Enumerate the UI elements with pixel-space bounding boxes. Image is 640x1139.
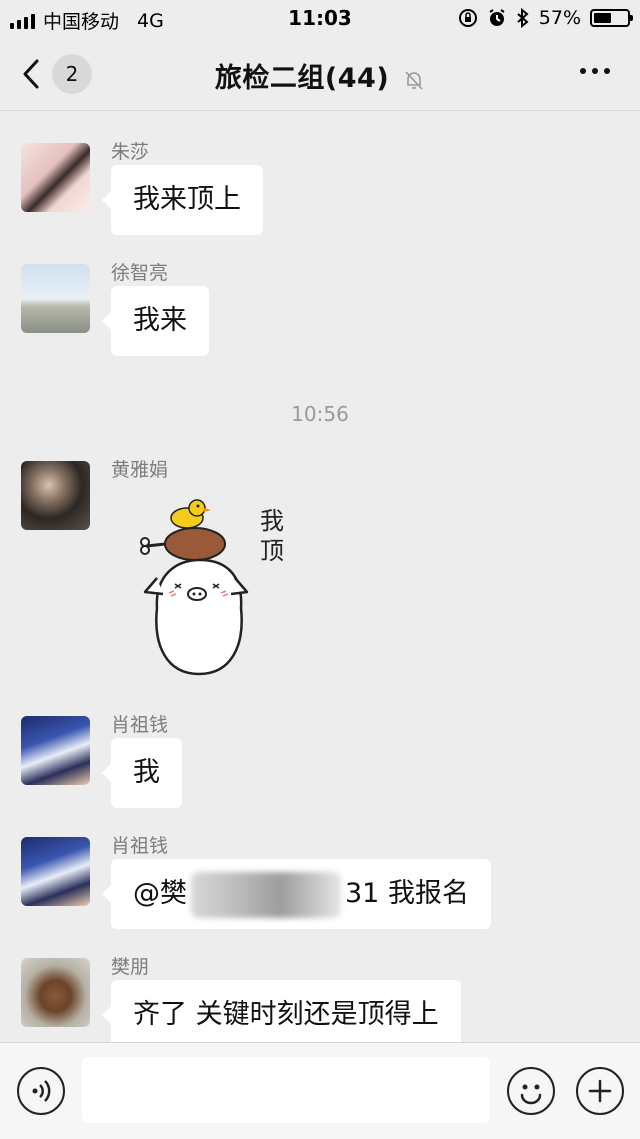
avatar[interactable] <box>21 837 90 906</box>
message-bubble[interactable]: 齐了 关键时刻还是顶得上 <box>102 980 461 1050</box>
message-bubble[interactable]: 我来 <box>102 286 209 356</box>
message-bubble[interactable]: 我 <box>102 738 182 808</box>
more-icon <box>580 68 586 74</box>
sticker-image[interactable]: 我顶 <box>135 496 325 681</box>
battery-percent: 57% <box>538 7 581 29</box>
status-bar: 中国移动 4G 11:03 57% <box>0 0 640 36</box>
sender-name: 樊朋 <box>111 956 150 978</box>
input-bar <box>0 1042 640 1139</box>
sender-name: 肖祖钱 <box>111 714 169 736</box>
mention-text: @樊 <box>133 878 187 909</box>
avatar[interactable] <box>21 461 90 530</box>
sender-name: 黄雅娟 <box>111 459 169 481</box>
message-text: 31 我报名 <box>345 878 469 909</box>
sender-name: 肖祖钱 <box>111 835 169 857</box>
add-button[interactable] <box>576 1067 624 1115</box>
avatar[interactable] <box>21 143 90 212</box>
time-divider: 10:56 <box>291 402 349 426</box>
battery-icon <box>590 9 633 27</box>
avatar[interactable] <box>21 264 90 333</box>
bell-off-icon <box>405 70 423 90</box>
sender-name: 朱莎 <box>111 141 150 163</box>
alarm-icon <box>489 9 505 26</box>
group-name: 旅检二组(44) <box>214 63 390 94</box>
plus-icon <box>588 1079 612 1103</box>
message-bubble[interactable]: @樊 31 我报名 <box>102 859 491 929</box>
voice-button[interactable] <box>17 1067 65 1115</box>
chat-title: 旅检二组(44) <box>0 56 640 95</box>
emoji-button[interactable] <box>507 1067 555 1115</box>
pig-duck-sticker <box>140 499 249 676</box>
chat-header: 2 旅检二组(44) <box>0 36 640 111</box>
sender-name: 徐智亮 <box>111 262 169 284</box>
message-bubble[interactable]: 我来顶上 <box>102 165 263 235</box>
avatar[interactable] <box>21 716 90 785</box>
voice-icon <box>32 1080 51 1102</box>
bluetooth-icon <box>517 8 529 28</box>
more-button[interactable] <box>580 68 610 74</box>
status-right: 57% <box>458 7 633 29</box>
emoji-icon <box>520 1084 542 1105</box>
redacted-area <box>191 871 341 918</box>
message-input[interactable] <box>82 1057 490 1123</box>
sticker-caption: 我顶 <box>260 507 284 565</box>
rotation-lock-icon <box>458 9 477 27</box>
avatar[interactable] <box>21 958 90 1027</box>
